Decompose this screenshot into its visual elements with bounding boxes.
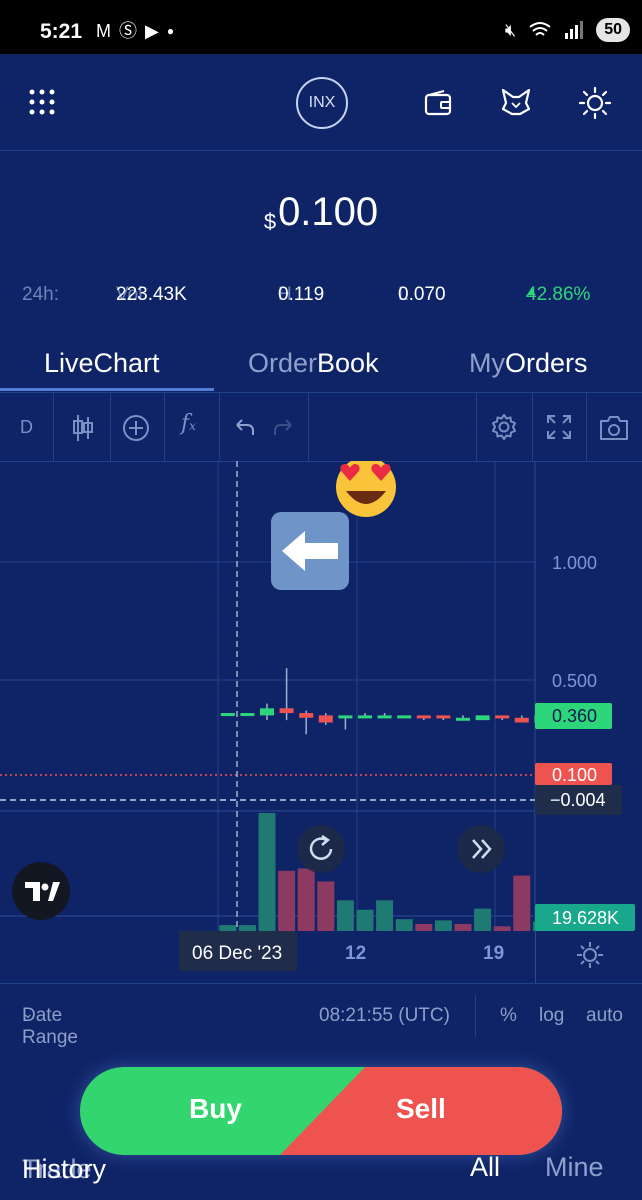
tab-livechart[interactable]: LiveChart — [44, 348, 160, 379]
buy-sell-control: Buy Sell — [80, 1067, 562, 1155]
volume-bar — [513, 875, 531, 931]
s-icon: Ⓢ — [119, 21, 137, 41]
status-bar: 5:21 M Ⓢ ▶ ● 🔇︎ 50 — [0, 0, 642, 54]
battery-indicator: 50 — [596, 18, 630, 42]
candle-body — [436, 715, 451, 719]
wallet-icon[interactable] — [424, 90, 452, 116]
dot-icon: ● — [166, 24, 175, 38]
metamask-fox-icon[interactable] — [500, 87, 532, 117]
candles-group — [220, 668, 588, 735]
main-tabs: LiveChart OrderBook MyOrders — [0, 340, 642, 392]
camera-icon[interactable] — [598, 415, 630, 441]
undo-icon[interactable] — [233, 417, 255, 437]
buy-label: Buy — [189, 1093, 242, 1124]
volume-bar — [297, 868, 315, 931]
candle-body — [514, 717, 529, 723]
utc-time: 08:21:55 (UTC) — [319, 1005, 450, 1026]
gmail-icon: M — [96, 21, 111, 41]
grid-menu-icon[interactable] — [28, 88, 56, 116]
inx-logo[interactable]: INX — [296, 77, 348, 129]
settings-gear-icon[interactable] — [490, 413, 518, 441]
time-axis: 06 Dec '23 12 19 — [0, 931, 642, 984]
candle-body — [220, 713, 235, 717]
active-tab-indicator — [0, 388, 214, 391]
signal-icon — [565, 21, 584, 39]
chart-toolbar: D fx — [0, 392, 642, 462]
price-currency: $ — [263, 209, 277, 234]
vol-value: 223.43K — [116, 284, 187, 305]
y-tick-2: 0.500 — [552, 671, 597, 691]
filter-mine[interactable]: Mine — [545, 1152, 604, 1183]
candle-body — [456, 717, 470, 721]
candle-body — [240, 713, 255, 717]
price-chart[interactable]: 1.000 0.500 0.360 0.100 −0.004 19.628K — [0, 461, 642, 931]
chart-footer: Date Range ⌄ 08:21:55 (UTC) % log auto — [0, 995, 642, 1048]
chevron-down-icon: ⌄ — [22, 1005, 34, 1021]
volume-group — [219, 813, 590, 931]
volume-bar — [454, 923, 472, 931]
volume-bar — [415, 923, 433, 931]
candle-body — [318, 715, 333, 723]
volume-label: 19.628K — [552, 908, 619, 928]
volume-bar — [474, 908, 492, 931]
sell-label: Sell — [396, 1093, 446, 1124]
volume-bar — [317, 881, 335, 931]
left-arrow-emoji — [271, 512, 349, 590]
chart-settings-icon[interactable] — [576, 941, 604, 969]
candle-body — [260, 708, 274, 716]
candle-body — [358, 715, 372, 719]
filter-all[interactable]: All — [470, 1152, 500, 1183]
candle-body — [279, 708, 294, 714]
app-header: INX — [0, 54, 642, 151]
change-value: 42.86% — [526, 284, 591, 305]
candle-type-icon[interactable] — [72, 415, 94, 441]
scroll-to-latest-button[interactable] — [457, 825, 505, 873]
volume-bar — [336, 900, 354, 931]
candle-body — [299, 713, 314, 718]
log-toggle[interactable]: log — [539, 1005, 564, 1027]
add-indicator-icon[interactable] — [122, 414, 150, 442]
interval-button[interactable]: D — [20, 417, 33, 438]
tab-orderbook[interactable]: OrderBook — [248, 348, 379, 379]
candle-body — [475, 715, 490, 721]
candle-body — [495, 715, 510, 719]
price-value: 0.100 — [278, 190, 379, 234]
x-tick-19: 19 — [483, 943, 505, 964]
candle-body — [377, 715, 392, 719]
volume-bar — [278, 870, 296, 931]
fullscreen-icon[interactable] — [546, 414, 572, 440]
last-price-label: 0.360 — [552, 706, 597, 726]
status-time: 5:21 — [40, 20, 83, 43]
price-line-label: 0.100 — [552, 765, 597, 785]
tradingview-logo[interactable] — [12, 862, 70, 920]
high-value: 0.119 — [278, 284, 325, 305]
tab-myorders[interactable]: MyOrders — [469, 348, 588, 379]
heart-eyes-emoji — [336, 461, 396, 517]
volume-bar — [356, 909, 374, 931]
volume-bar — [258, 813, 276, 931]
mute-icon: 🔇︎ — [504, 19, 517, 40]
youtube-icon: ▶ — [145, 21, 159, 41]
crosshair-price-label: −0.004 — [550, 790, 606, 810]
candle-body — [416, 715, 431, 719]
formula-icon[interactable]: fx — [181, 411, 196, 436]
reset-chart-button[interactable] — [297, 825, 345, 873]
x-tick-date: 06 Dec '23 — [192, 943, 283, 964]
y-tick-1: 1.000 — [552, 553, 597, 573]
candle-body — [338, 715, 353, 719]
volume-bar — [434, 920, 452, 931]
x-tick-12: 12 — [345, 943, 367, 964]
trade-history-header: Trade History All Mine — [22, 1152, 604, 1184]
volume-bar — [376, 900, 394, 931]
volume-bar — [395, 919, 413, 931]
auto-toggle[interactable]: auto — [586, 1005, 623, 1027]
current-price: $0.100 — [0, 190, 642, 235]
theme-sun-icon[interactable] — [578, 86, 612, 120]
candle-body — [397, 715, 412, 719]
redo-icon[interactable] — [273, 417, 295, 437]
wifi-icon — [529, 22, 551, 36]
percent-toggle[interactable]: % — [500, 1005, 517, 1027]
stats-period: 24h: — [22, 284, 59, 305]
low-value: 0.070 — [398, 284, 446, 305]
